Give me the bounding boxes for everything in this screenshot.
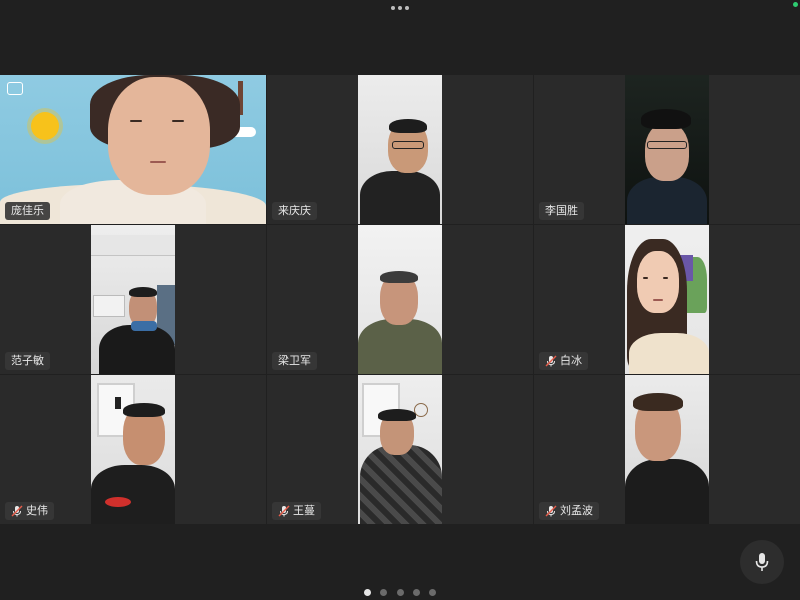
participant-name-tag: 庞佳乐 [5,202,50,220]
participant-video [625,375,709,524]
participant-face [637,251,679,313]
participant-name: 史伟 [26,504,48,517]
participant-tile[interactable]: 庞佳乐 [0,75,266,224]
participant-video [358,225,442,374]
dot [405,6,409,10]
participant-body [629,333,709,374]
participant-cap [641,109,691,129]
participant-name-tag: 史伟 [5,502,54,520]
participant-body [627,177,707,224]
participant-name-tag: 白冰 [539,352,588,370]
page-dot-active[interactable] [364,588,371,596]
mic-muted-icon [11,505,23,517]
eye [130,120,142,122]
participant-name-tag: 范子敏 [5,352,50,370]
participant-body [625,459,709,524]
participant-body [360,171,440,224]
scarf [131,321,157,331]
connection-status-dot [793,2,798,7]
participant-body [360,445,442,524]
eye [172,120,184,122]
glasses [392,141,424,149]
air-conditioner [93,295,125,317]
participant-video [358,75,442,224]
participant-name: 范子敏 [11,354,44,367]
pendant-lamp [115,397,121,409]
participant-name: 来庆庆 [278,204,311,217]
participant-name: 庞佳乐 [11,204,44,217]
page-dot[interactable] [429,588,436,596]
participant-video [625,75,709,224]
participant-tile[interactable]: 来庆庆 [267,75,533,224]
participant-name: 王蔓 [293,504,315,517]
participant-tile[interactable]: 范子敏 [0,225,266,374]
participant-hair [633,393,683,411]
participant-video [358,375,442,524]
mic-muted-icon [278,505,290,517]
participant-hair [123,403,165,417]
microphone-icon [755,553,769,571]
participant-hair [129,287,157,297]
participant-video [625,225,709,374]
participant-tile[interactable]: 王蔓 [267,375,533,524]
participant-tile[interactable]: 史伟 [0,375,266,524]
mic-muted-icon [545,355,557,367]
dot [391,6,395,10]
eye [663,277,668,279]
page-dot[interactable] [380,588,388,596]
participant-name-tag: 王蔓 [272,502,321,520]
page-indicator [364,588,436,596]
participant-video [91,225,175,374]
participant-name-tag: 李国胜 [539,202,584,220]
participant-hair [389,119,427,133]
participant-name-tag: 来庆庆 [272,202,317,220]
participant-face [108,77,210,195]
participant-body [91,465,175,524]
page-dot[interactable] [412,588,420,596]
page-dot[interactable] [396,588,404,596]
mic-muted-icon [545,505,557,517]
camera-switch-icon[interactable] [7,82,23,95]
participant-face [645,123,689,181]
glasses [647,141,687,149]
dot [398,6,402,10]
more-options-icon[interactable] [391,4,409,12]
participant-tile[interactable]: 梁卫军 [267,225,533,374]
microphone-button[interactable] [740,540,784,584]
participant-name-tag: 刘孟波 [539,502,599,520]
participant-tile[interactable]: 刘孟波 [534,375,800,524]
participant-tile[interactable]: 白冰 [534,225,800,374]
participant-name: 梁卫军 [278,354,311,367]
mouth [150,161,166,163]
participant-name: 李国胜 [545,204,578,217]
shirt-logo [105,497,131,507]
participant-hair [378,409,416,421]
wall-clock [414,403,428,417]
ceiling-panel [91,235,175,256]
mouth [653,299,663,301]
participant-body [358,319,442,374]
eye [643,277,648,279]
participant-name: 白冰 [560,354,582,367]
participant-tile[interactable]: 李国胜 [534,75,800,224]
participant-name: 刘孟波 [560,504,593,517]
participant-name-tag: 梁卫军 [272,352,317,370]
participant-hair [380,271,418,283]
participant-body [99,325,175,374]
video-grid: 庞佳乐 来庆庆 李国胜 范子敏 梁卫军 白冰 史伟 王蔓 刘孟波 [0,75,800,525]
participant-video [91,375,175,524]
sun-icon [31,112,59,140]
